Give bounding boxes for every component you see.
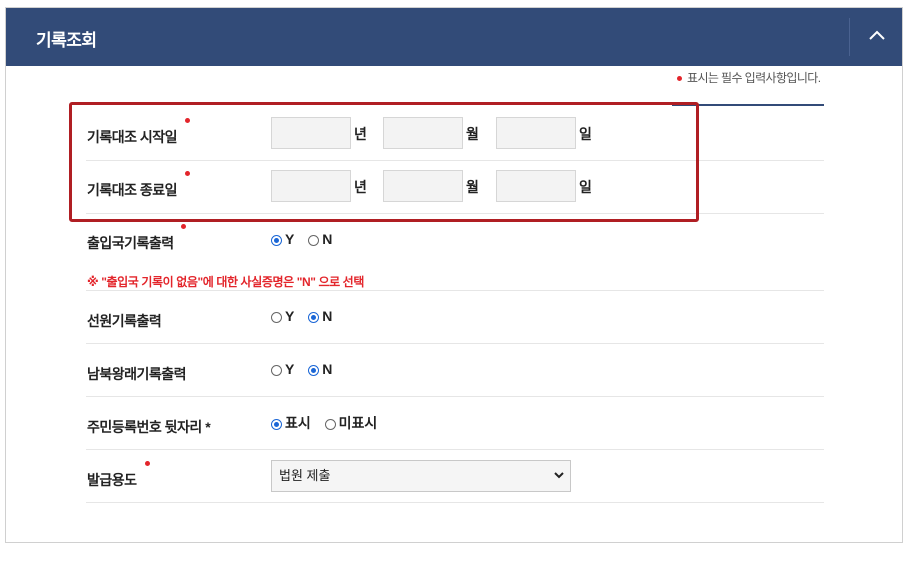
seafarer-option-n[interactable]: N (308, 308, 332, 324)
required-legend: 표시는 필수 입력사항입니다. (687, 71, 821, 85)
date-range-highlight (69, 102, 699, 222)
interkorean-option-n[interactable]: N (308, 361, 332, 377)
row-divider (86, 449, 824, 450)
radio-checked-icon (271, 235, 282, 247)
interkorean-option-y[interactable]: Y (271, 361, 294, 377)
seafarer-option-y[interactable]: Y (271, 308, 294, 324)
purpose-select[interactable]: 법원 제출 (271, 460, 571, 492)
seafarer-radio-group: Y N (271, 307, 342, 324)
interkorean-radio-group: Y N (271, 360, 342, 377)
resident-number-label: 주민등록번호 뒷자리 * (87, 419, 211, 435)
row-divider (86, 396, 824, 397)
purpose-required-dot (145, 461, 150, 466)
interkorean-label: 남북왕래기록출력 (87, 366, 187, 382)
resident-number-radio-group: 표시 미표시 (271, 413, 387, 433)
purpose-label: 발급용도 (87, 472, 137, 488)
chevron-down-icon (554, 472, 564, 479)
radio-checked-icon (308, 365, 320, 377)
immigration-required-dot (181, 224, 186, 229)
radio-unchecked-icon (271, 312, 282, 324)
resident-number-option-hide[interactable]: 미표시 (324, 413, 377, 433)
immigration-radio-group: Y N (271, 230, 342, 247)
required-dot (677, 76, 682, 81)
radio-checked-icon (271, 418, 282, 430)
immigration-label: 출입국기록출력 (87, 235, 174, 251)
resident-number-option-show[interactable]: 표시 (271, 413, 311, 433)
immigration-option-n[interactable]: N (308, 231, 332, 247)
panel-title: 기록조회 (36, 31, 97, 50)
immigration-option-y[interactable]: Y (271, 231, 294, 247)
panel-header: 기록조회 (6, 8, 902, 66)
row-divider (86, 290, 824, 291)
radio-unchecked-icon (308, 235, 320, 247)
radio-unchecked-icon (271, 365, 282, 377)
row-divider (86, 502, 824, 503)
immigration-notice: ※ "출입국 기록이 없음"에 대한 사실증명은 "N" 으로 선택 (87, 275, 364, 289)
seafarer-label: 선원기록출력 (87, 313, 162, 329)
chevron-up-icon (869, 30, 885, 40)
row-divider (86, 343, 824, 344)
header-divider (849, 18, 850, 56)
radio-unchecked-icon (324, 418, 336, 430)
purpose-selected-value: 법원 제출 (279, 468, 331, 483)
collapse-toggle-button[interactable] (851, 8, 902, 66)
radio-checked-icon (308, 312, 320, 324)
